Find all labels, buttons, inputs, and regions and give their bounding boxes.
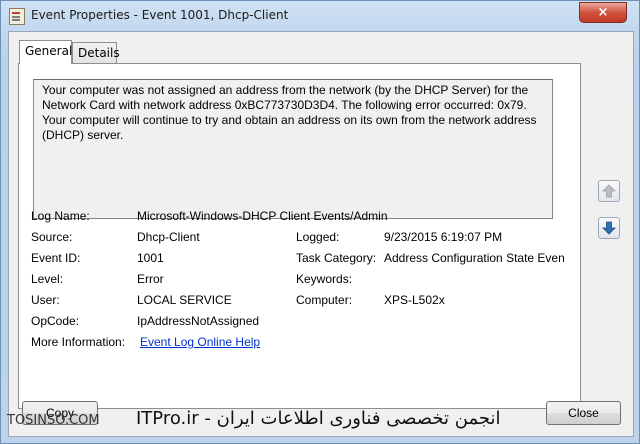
next-event-button[interactable]	[598, 217, 620, 239]
task-category-label: Task Category:	[296, 251, 377, 265]
event-id-value: 1001	[137, 251, 164, 265]
dialog-body: General Details Your computer was not as…	[8, 31, 634, 437]
event-properties-window: Event Properties - Event 1001, Dhcp-Clie…	[0, 0, 640, 444]
computer-value: XPS-L502x	[384, 293, 445, 307]
level-value: Error	[137, 272, 164, 286]
more-information-label: More Information:	[31, 335, 126, 349]
watermark-left-text: TOSINSO.COM	[7, 413, 100, 428]
arrow-up-icon	[602, 184, 616, 198]
arrow-down-icon	[602, 221, 616, 235]
logged-value: 9/23/2015 6:19:07 PM	[384, 230, 503, 244]
keywords-label: Keywords:	[296, 272, 353, 286]
user-label: User:	[31, 293, 60, 307]
computer-label: Computer:	[296, 293, 353, 307]
log-name-label: Log Name:	[31, 209, 90, 223]
tab-details[interactable]: Details	[72, 42, 120, 63]
window-close-button[interactable]: ×	[579, 2, 627, 23]
tab-general[interactable]: General	[19, 40, 72, 64]
event-id-label: Event ID:	[31, 251, 81, 265]
opcode-value: IpAddressNotAssigned	[137, 314, 260, 328]
event-description[interactable]: Your computer was not assigned an addres…	[33, 79, 553, 219]
title-bar[interactable]: Event Properties - Event 1001, Dhcp-Clie…	[1, 1, 639, 31]
event-log-online-help-link[interactable]: Event Log Online Help	[140, 335, 260, 349]
previous-event-button[interactable]	[598, 180, 620, 202]
watermark: TOSINSO.COM انجمن تخصصی فناوری اطلاعات ا…	[1, 406, 639, 436]
logged-label: Logged:	[296, 230, 340, 244]
opcode-label: OpCode:	[31, 314, 80, 328]
watermark-right-text: انجمن تخصصی فناوری اطلاعات ایران - ITPro…	[136, 408, 501, 429]
level-label: Level:	[31, 272, 64, 286]
event-viewer-icon	[9, 8, 25, 25]
source-label: Source:	[31, 230, 73, 244]
source-value: Dhcp-Client	[137, 230, 200, 244]
task-category-value: Address Configuration State Event	[384, 251, 564, 265]
user-value: LOCAL SERVICE	[137, 293, 232, 307]
window-title: Event Properties - Event 1001, Dhcp-Clie…	[31, 8, 289, 22]
log-name-value: Microsoft-Windows-DHCP Client Events/Adm…	[137, 209, 388, 223]
